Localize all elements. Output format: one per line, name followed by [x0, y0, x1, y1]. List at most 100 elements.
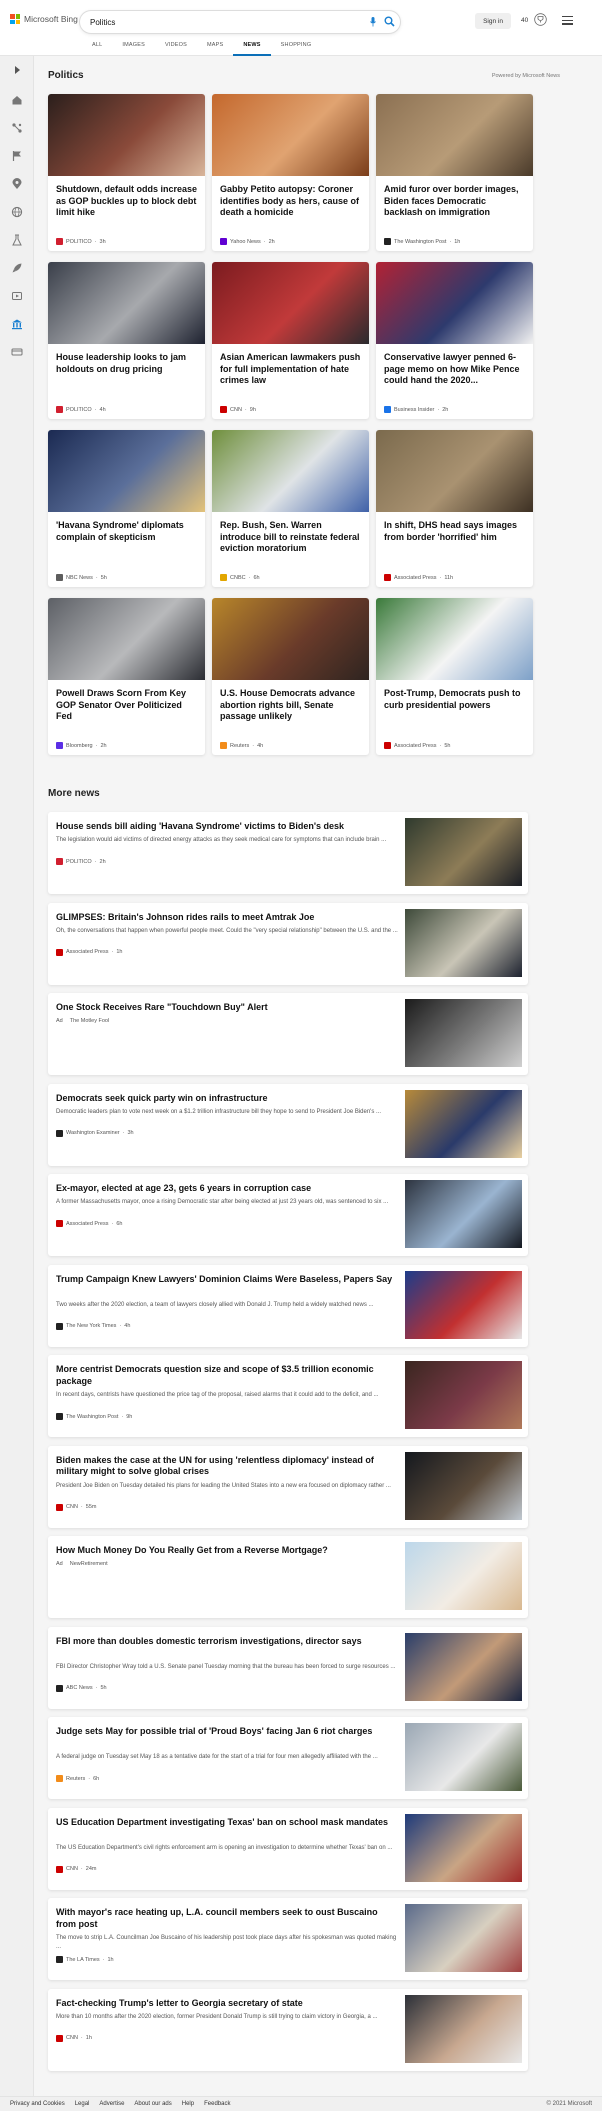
sign-in-button[interactable]: Sign in [475, 13, 511, 29]
news-item-thumbnail[interactable] [405, 908, 522, 977]
flag-icon[interactable] [11, 150, 23, 162]
news-item-thumbnail[interactable] [405, 1270, 522, 1339]
search-icon[interactable] [384, 16, 395, 27]
news-card[interactable]: House leadership looks to jam holdouts o… [48, 262, 205, 419]
news-card[interactable]: Asian American lawmakers push for full i… [212, 262, 369, 419]
news-list-item[interactable]: One Stock Receives Rare "Touchdown Buy" … [48, 993, 528, 1075]
news-item-title[interactable]: House sends bill aiding 'Havana Syndrome… [56, 821, 396, 833]
news-card-image[interactable] [376, 598, 533, 680]
news-list-item[interactable]: US Education Department investigating Te… [48, 1807, 528, 1890]
news-item-title[interactable]: Fact-checking Trump's letter to Georgia … [56, 1998, 396, 2010]
footer-link-feedback[interactable]: Feedback [204, 2101, 230, 2107]
news-card-image[interactable] [212, 598, 369, 680]
news-card-title[interactable]: Post-Trump, Democrats push to curb presi… [384, 688, 526, 711]
news-list-item[interactable]: How Much Money Do You Really Get from a … [48, 1536, 528, 1618]
search-input[interactable] [90, 15, 340, 29]
news-item-thumbnail[interactable] [405, 1361, 522, 1429]
trophy-icon[interactable] [534, 13, 547, 26]
news-list-item[interactable]: Trump Campaign Knew Lawyers' Dominion Cl… [48, 1264, 528, 1347]
news-item-title[interactable]: Ex-mayor, elected at age 23, gets 6 year… [56, 1183, 396, 1195]
news-item-thumbnail[interactable] [405, 1542, 522, 1610]
news-card[interactable]: Conservative lawyer penned 6-page memo o… [376, 262, 533, 419]
tab-all[interactable]: ALL [82, 40, 112, 56]
news-list-item[interactable]: More centrist Democrats question size an… [48, 1355, 528, 1437]
news-item-title[interactable]: Democrats seek quick party win on infras… [56, 1093, 396, 1105]
news-card-title[interactable]: Asian American lawmakers push for full i… [220, 352, 362, 387]
news-item-title[interactable]: Biden makes the case at the UN for using… [56, 1455, 396, 1478]
rocket-icon[interactable] [11, 262, 23, 274]
news-item-thumbnail[interactable] [405, 1723, 522, 1791]
news-card[interactable]: U.S. House Democrats advance abortion ri… [212, 598, 369, 755]
news-card-image[interactable] [212, 430, 369, 512]
news-card-title[interactable]: Conservative lawyer penned 6-page memo o… [384, 352, 526, 387]
politics-icon[interactable] [11, 318, 23, 330]
news-item-title[interactable]: Trump Campaign Knew Lawyers' Dominion Cl… [56, 1274, 396, 1286]
news-card-title[interactable]: Shutdown, default odds increase as GOP b… [56, 184, 198, 219]
news-item-thumbnail[interactable] [405, 1089, 522, 1158]
news-item-title[interactable]: Judge sets May for possible trial of 'Pr… [56, 1726, 396, 1738]
news-item-thumbnail[interactable] [405, 1994, 522, 2063]
news-card-image[interactable] [212, 94, 369, 176]
bing-logo[interactable]: Microsoft Bing [10, 14, 78, 24]
location-icon[interactable] [11, 178, 23, 190]
news-item-title[interactable]: US Education Department investigating Te… [56, 1817, 396, 1829]
news-item-title[interactable]: One Stock Receives Rare "Touchdown Buy" … [56, 1002, 396, 1014]
tab-images[interactable]: IMAGES [112, 40, 155, 56]
news-card-title[interactable]: In shift, DHS head says images from bord… [384, 520, 526, 543]
news-card-image[interactable] [48, 430, 205, 512]
news-card[interactable]: 'Havana Syndrome' diplomats complain of … [48, 430, 205, 587]
news-card-image[interactable] [376, 430, 533, 512]
news-card-image[interactable] [376, 94, 533, 176]
news-card-title[interactable]: Powell Draws Scorn From Key GOP Senator … [56, 688, 198, 723]
footer-link-privacy[interactable]: Privacy and Cookies [10, 2101, 65, 2107]
hamburger-menu-icon[interactable] [562, 16, 573, 25]
footer-link-advertise[interactable]: Advertise [99, 2101, 124, 2107]
home-icon[interactable] [11, 94, 23, 106]
news-list-item[interactable]: Ex-mayor, elected at age 23, gets 6 year… [48, 1174, 528, 1256]
news-list-item[interactable]: FBI more than doubles domestic terrorism… [48, 1626, 528, 1709]
news-card-image[interactable] [376, 262, 533, 344]
news-list-item[interactable]: With mayor's race heating up, L.A. counc… [48, 1898, 528, 1980]
microphone-icon[interactable] [370, 17, 376, 27]
news-item-thumbnail[interactable] [405, 1813, 522, 1882]
news-card[interactable]: Rep. Bush, Sen. Warren introduce bill to… [212, 430, 369, 587]
news-card[interactable]: Post-Trump, Democrats push to curb presi… [376, 598, 533, 755]
news-card-title[interactable]: U.S. House Democrats advance abortion ri… [220, 688, 362, 723]
expand-icon[interactable] [11, 64, 23, 76]
news-list-item[interactable]: GLIMPSES: Britain's Johnson rides rails … [48, 902, 528, 985]
news-card-title[interactable]: House leadership looks to jam holdouts o… [56, 352, 198, 375]
news-card-title[interactable]: Amid furor over border images, Biden fac… [384, 184, 526, 219]
powered-by[interactable]: Powered by Microsoft News [492, 73, 560, 79]
science-icon[interactable] [11, 234, 23, 246]
news-card[interactable]: Amid furor over border images, Biden fac… [376, 94, 533, 251]
news-card-title[interactable]: Rep. Bush, Sen. Warren introduce bill to… [220, 520, 362, 555]
tab-videos[interactable]: VIDEOS [155, 40, 197, 56]
footer-link-legal[interactable]: Legal [75, 2101, 90, 2107]
news-list-item[interactable]: Fact-checking Trump's letter to Georgia … [48, 1988, 528, 2071]
rewards-points[interactable]: 40 [521, 17, 528, 24]
entertainment-icon[interactable] [11, 290, 23, 302]
news-card-image[interactable] [48, 598, 205, 680]
news-item-title[interactable]: More centrist Democrats question size an… [56, 1364, 396, 1387]
news-card-image[interactable] [48, 94, 205, 176]
news-card-title[interactable]: Gabby Petito autopsy: Coroner identifies… [220, 184, 362, 219]
tab-maps[interactable]: MAPS [197, 40, 233, 56]
news-card-title[interactable]: 'Havana Syndrome' diplomats complain of … [56, 520, 198, 543]
news-card-image[interactable] [48, 262, 205, 344]
news-card-image[interactable] [212, 262, 369, 344]
search-box[interactable] [80, 11, 400, 33]
globe-icon[interactable] [11, 206, 23, 218]
news-item-thumbnail[interactable] [405, 1904, 522, 1972]
news-item-title[interactable]: With mayor's race heating up, L.A. counc… [56, 1907, 396, 1930]
news-item-thumbnail[interactable] [405, 999, 522, 1067]
news-card[interactable]: In shift, DHS head says images from bord… [376, 430, 533, 587]
news-item-thumbnail[interactable] [405, 1451, 522, 1520]
news-item-thumbnail[interactable] [405, 818, 522, 886]
news-item-title[interactable]: How Much Money Do You Really Get from a … [56, 1545, 396, 1557]
footer-link-about-ads[interactable]: About our ads [134, 2101, 171, 2107]
news-item-thumbnail[interactable] [405, 1180, 522, 1248]
network-icon[interactable] [11, 122, 23, 134]
tab-news[interactable]: NEWS [233, 40, 271, 56]
footer-link-help[interactable]: Help [182, 2101, 194, 2107]
news-card[interactable]: Powell Draws Scorn From Key GOP Senator … [48, 598, 205, 755]
